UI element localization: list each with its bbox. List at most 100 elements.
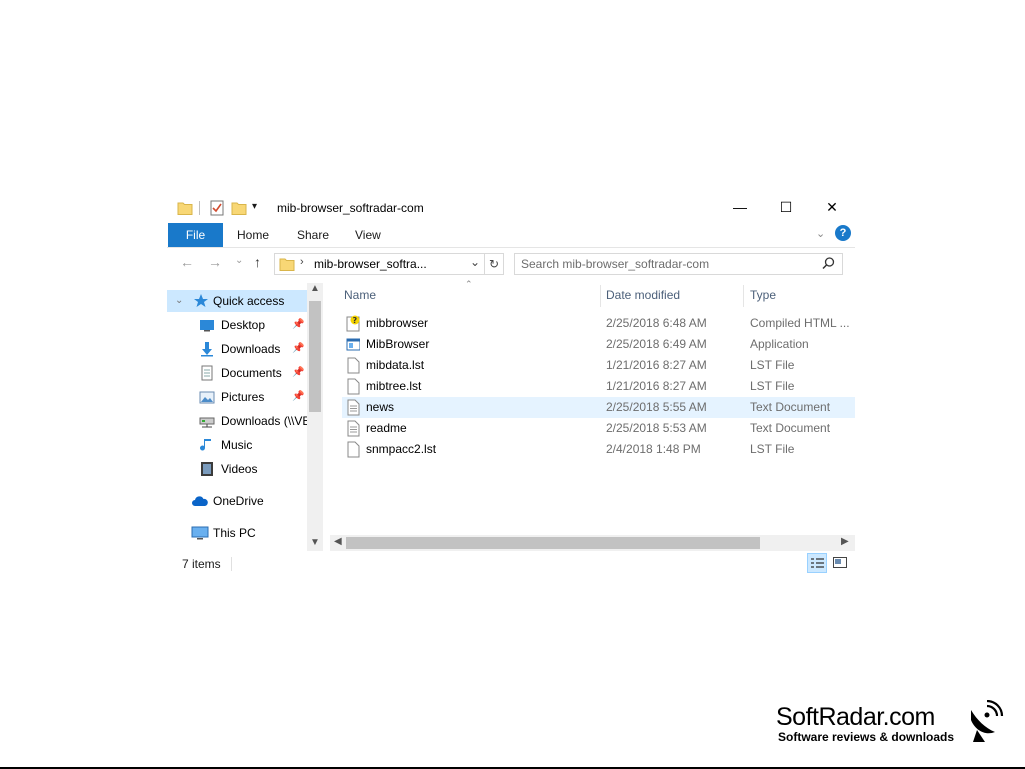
star-icon: [194, 294, 208, 307]
file-type: Compiled HTML ...: [750, 316, 850, 330]
column-type[interactable]: Type: [750, 288, 776, 302]
text-file-icon: [347, 420, 360, 437]
sidebar-item-network-downloads[interactable]: Downloads (\\VBoxSvr): [167, 410, 307, 432]
scroll-up-icon[interactable]: ▲: [310, 283, 320, 294]
scroll-left-icon[interactable]: ◀: [334, 536, 342, 547]
sidebar-item-downloads[interactable]: Downloads 📌: [167, 338, 307, 360]
large-icons-view-button[interactable]: [831, 554, 849, 572]
tab-view[interactable]: View: [355, 223, 381, 247]
tab-home[interactable]: Home: [237, 223, 269, 247]
navigation-scrollbar[interactable]: ▲ ▼: [307, 283, 323, 551]
file-row-mibdata[interactable]: mibdata.lst 1/21/2016 8:27 AM LST File: [342, 355, 855, 376]
file-row-readme[interactable]: readme 2/25/2018 5:53 AM Text Document: [342, 418, 855, 439]
scroll-thumb[interactable]: [346, 537, 760, 549]
sidebar-item-documents[interactable]: Documents 📌: [167, 362, 307, 384]
column-name[interactable]: Name: [344, 288, 376, 302]
file-name: mibtree.lst: [366, 379, 422, 393]
watermark-subtitle: Software reviews & downloads: [778, 730, 955, 744]
address-bar[interactable]: › mib-browser_softra... ⌄: [274, 253, 485, 275]
file-type: Application: [750, 337, 809, 351]
chevron-down-icon[interactable]: ⌄: [175, 290, 183, 312]
sidebar-item-label: Downloads (\\VBoxSvr): [221, 414, 307, 428]
customize-quick-access-icon[interactable]: ▾: [252, 201, 257, 212]
file-row-news[interactable]: news 2/25/2018 5:55 AM Text Document: [342, 397, 855, 418]
refresh-icon[interactable]: ↻: [484, 253, 504, 275]
address-row: ← → ⌄ ↑ › mib-browser_softra... ⌄ ↻: [167, 249, 855, 279]
item-count: 7 items: [182, 557, 221, 571]
sidebar-item-desktop[interactable]: Desktop 📌: [167, 314, 307, 336]
address-dropdown-icon[interactable]: ⌄: [470, 255, 480, 269]
address-path: mib-browser_softra...: [314, 257, 427, 271]
ribbon-tabs: File Home Share View ⌄ ?: [167, 223, 855, 248]
search-icon[interactable]: [822, 257, 835, 270]
file-row-mibbrowser-chm[interactable]: ? mibbrowser 2/25/2018 6:48 AM Compiled …: [342, 313, 855, 334]
search-input[interactable]: [521, 256, 811, 272]
expand-ribbon-icon[interactable]: ⌄: [816, 227, 825, 240]
sidebar-item-label: Downloads: [221, 342, 281, 356]
sidebar-item-label: Documents: [221, 366, 282, 380]
up-arrow-icon[interactable]: ↑: [254, 254, 261, 270]
pin-icon[interactable]: 📌: [292, 314, 304, 336]
sidebar-item-label: OneDrive: [213, 494, 264, 508]
pin-icon[interactable]: 📌: [292, 338, 304, 360]
recent-locations-icon[interactable]: ⌄: [235, 255, 243, 266]
status-divider: [231, 557, 232, 571]
sidebar-item-onedrive[interactable]: OneDrive: [167, 490, 307, 512]
text-file-icon: [347, 399, 360, 416]
back-arrow-icon[interactable]: ←: [180, 254, 194, 270]
tab-file[interactable]: File: [168, 223, 223, 247]
sidebar-item-videos[interactable]: Videos: [167, 458, 307, 480]
file-row-snmpacc2[interactable]: snmpacc2.lst 2/4/2018 1:48 PM LST File: [342, 439, 855, 460]
tab-share[interactable]: Share: [297, 223, 329, 247]
folder-icon: [177, 202, 193, 215]
title-divider: [199, 201, 200, 215]
sidebar-item-pictures[interactable]: Pictures 📌: [167, 386, 307, 408]
sidebar-item-this-pc[interactable]: This PC: [167, 522, 307, 544]
file-name: mibdata.lst: [366, 358, 425, 372]
minimize-button[interactable]: —: [717, 193, 763, 223]
chevron-right-icon: ›: [300, 256, 304, 268]
help-icon[interactable]: ?: [835, 225, 851, 241]
close-button[interactable]: ✕: [809, 193, 855, 223]
blank-file-icon: [347, 357, 360, 374]
title-bar: ▾ mib-browser_softradar-com — ☐ ✕: [167, 193, 855, 223]
cloud-icon: [192, 496, 208, 506]
file-name: snmpacc2.lst: [366, 442, 437, 456]
properties-icon[interactable]: [209, 200, 225, 216]
scroll-right-icon[interactable]: ▶: [841, 536, 849, 547]
column-divider[interactable]: [743, 285, 744, 307]
column-date-modified[interactable]: Date modified: [606, 288, 680, 302]
file-row-mibbrowser-exe[interactable]: MibBrowser 2/25/2018 6:49 AM Application: [342, 334, 855, 355]
search-box[interactable]: [514, 253, 843, 275]
column-header: ⌃ Name Date modified Type: [332, 279, 855, 309]
details-view-icon: [811, 558, 824, 568]
scroll-down-icon[interactable]: ▼: [310, 537, 320, 548]
file-date: 2/4/2018 1:48 PM: [606, 442, 701, 456]
file-type: LST File: [750, 379, 795, 393]
svg-text:?: ?: [353, 316, 358, 325]
file-explorer-window: ▾ mib-browser_softradar-com — ☐ ✕ File H…: [167, 193, 855, 578]
forward-arrow-icon[interactable]: →: [208, 254, 222, 270]
download-arrow-icon: [201, 342, 213, 357]
file-type: Text Document: [750, 421, 831, 435]
file-row-mibtree[interactable]: mibtree.lst 1/21/2016 8:27 AM LST File: [342, 376, 855, 397]
music-icon: [200, 439, 211, 451]
pin-icon[interactable]: 📌: [292, 362, 304, 384]
blank-file-icon: [347, 441, 360, 458]
computer-icon: [191, 526, 209, 540]
sidebar-item-music[interactable]: Music: [167, 434, 307, 456]
pin-icon[interactable]: 📌: [292, 386, 304, 408]
details-view-button[interactable]: [807, 553, 827, 573]
videos-icon: [201, 462, 213, 476]
file-date: 1/21/2016 8:27 AM: [606, 358, 707, 372]
sidebar-item-label: Quick access: [213, 294, 285, 308]
sidebar-item-quick-access[interactable]: ⌄ Quick access: [167, 290, 307, 312]
file-list-scrollbar[interactable]: ◀ ▶: [330, 535, 855, 551]
sidebar-item-label: Videos: [221, 462, 258, 476]
maximize-button[interactable]: ☐: [763, 193, 809, 223]
scroll-thumb[interactable]: [309, 301, 321, 412]
file-date: 2/25/2018 6:48 AM: [606, 316, 707, 330]
new-folder-icon[interactable]: [231, 200, 247, 216]
navigation-pane: ⌄ Quick access Desktop 📌 Downloads 📌 Doc…: [167, 283, 323, 551]
column-divider[interactable]: [600, 285, 601, 307]
